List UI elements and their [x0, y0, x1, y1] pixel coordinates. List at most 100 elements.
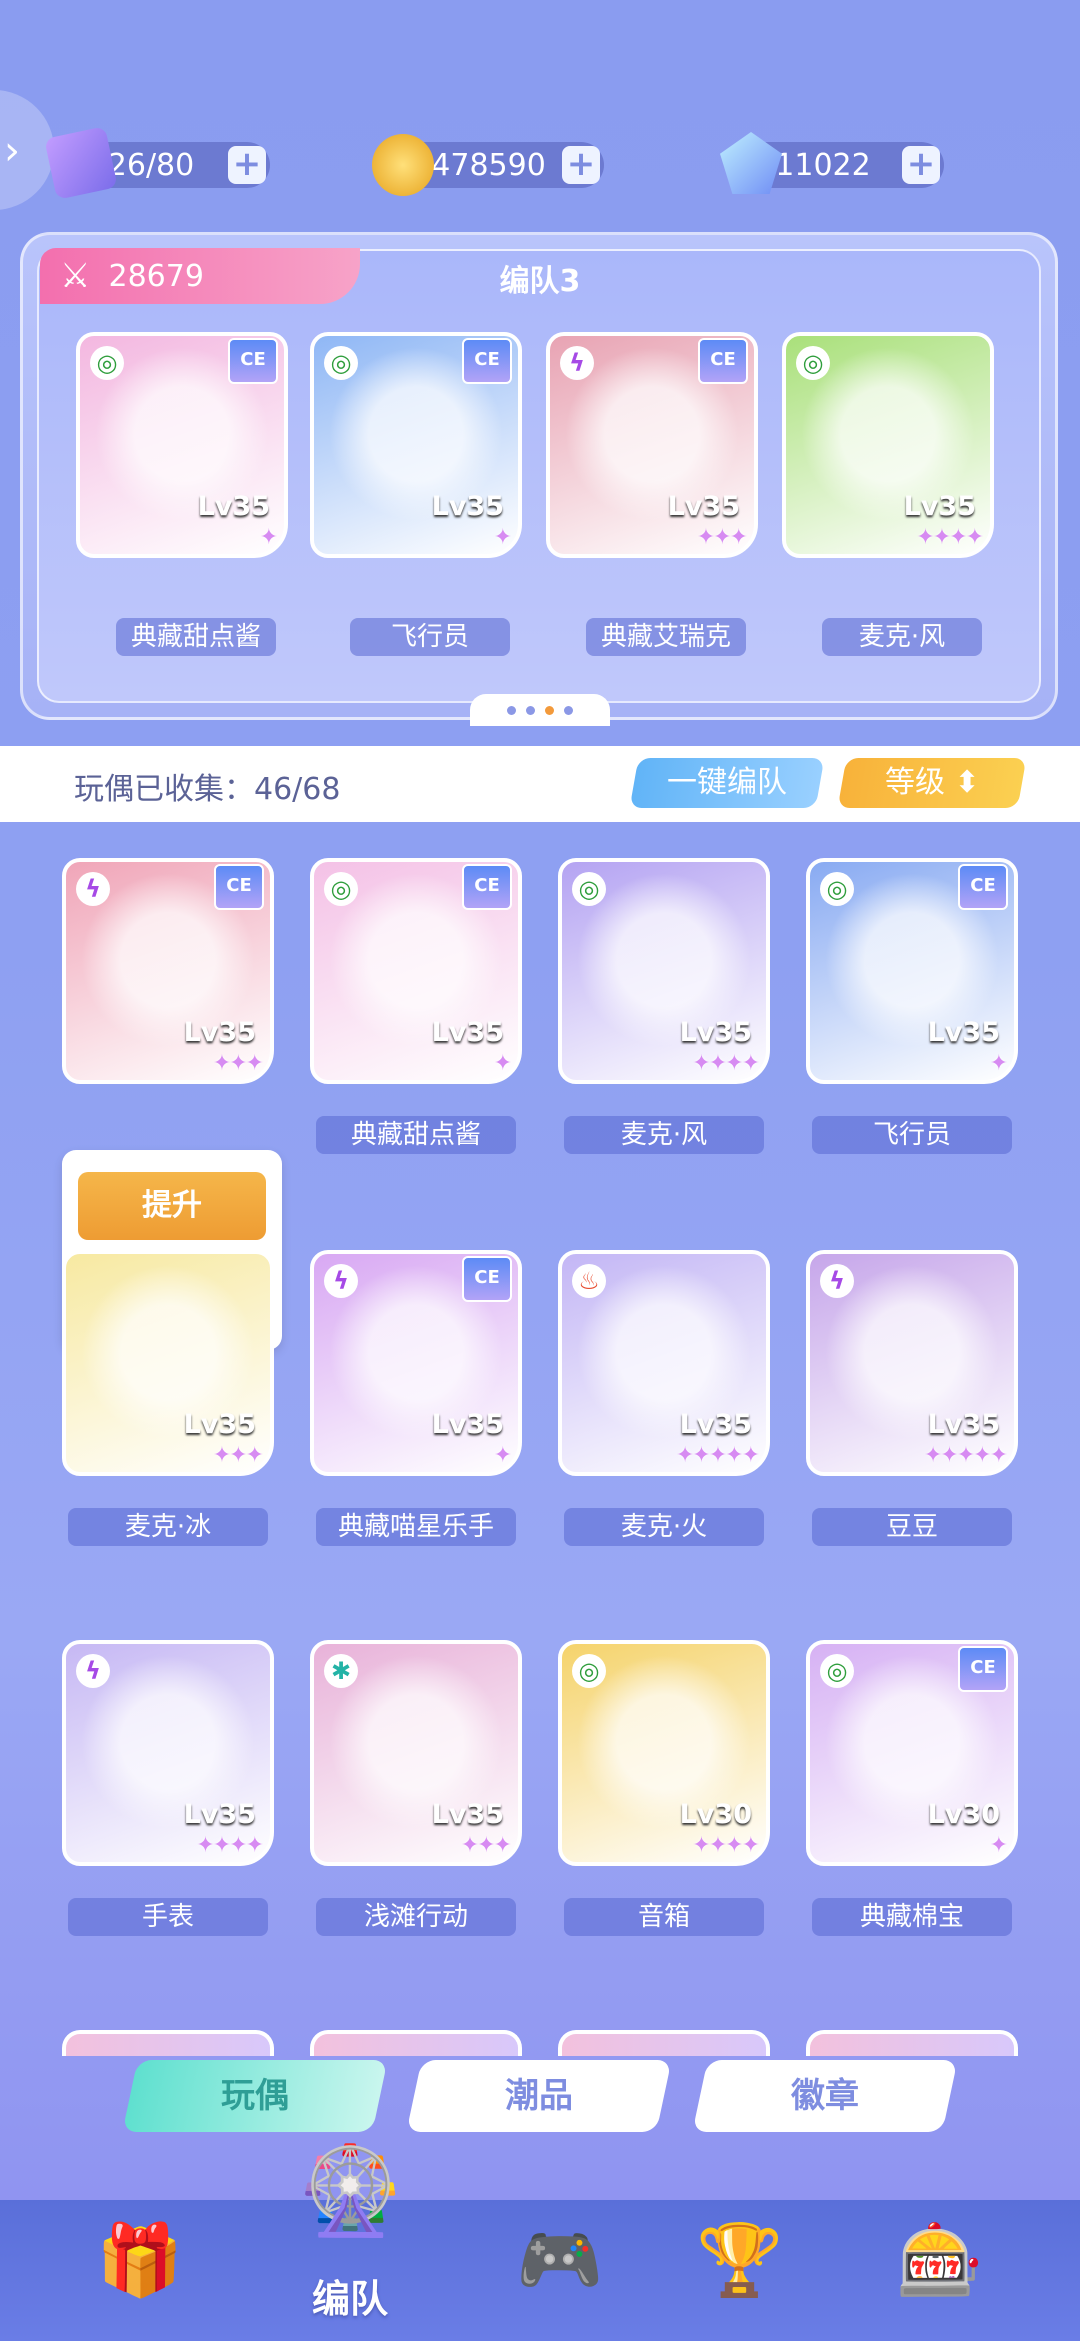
doll-name: 音箱	[564, 1898, 764, 1936]
doll-card[interactable]: ◎ CE Lv35 ✦	[310, 332, 522, 558]
sort-label: 等级	[884, 765, 945, 800]
doll-card-partial[interactable]	[558, 2030, 770, 2056]
team-power-value: 28679	[108, 258, 204, 294]
doll-level: Lv35	[927, 1017, 1000, 1048]
wind-element-icon: ◎	[572, 872, 606, 906]
add-crystal-button[interactable]: +	[902, 146, 940, 184]
collector-badge: CE	[228, 338, 278, 384]
doll-name: 典藏喵星乐手	[316, 1508, 516, 1546]
star-rating: ✦	[493, 525, 512, 550]
upgrade-button[interactable]: 提升	[78, 1172, 266, 1240]
doll-card-partial[interactable]	[310, 2030, 522, 2056]
collector-badge: CE	[462, 338, 512, 384]
doll-level: Lv30	[927, 1799, 1000, 1830]
doll-name: 麦克·火	[564, 1508, 764, 1546]
team-member-name: 麦克·风	[822, 618, 982, 656]
fire-element-icon: ♨	[572, 1264, 606, 1298]
doll-card[interactable]: ϟ CE Lv35 ✦✦✦	[62, 858, 274, 1084]
doll-card-partial[interactable]	[62, 2030, 274, 2056]
collector-badge: CE	[214, 864, 264, 910]
doll-card[interactable]: ϟ Lv35 ✦✦✦✦	[62, 1640, 274, 1866]
add-stamina-button[interactable]: +	[228, 146, 266, 184]
doll-level: Lv35	[183, 1799, 256, 1830]
doll-card[interactable]: ◎ Lv35 ✦✦✦✦	[782, 332, 994, 558]
doll-card[interactable]: ϟ Lv35 ✦✦✦✦✦	[806, 1250, 1018, 1476]
doll-card[interactable]: ◎ CE Lv35 ✦	[310, 858, 522, 1084]
doll-card-partial[interactable]	[806, 2030, 1018, 2056]
star-rating: ✦✦✦	[212, 1051, 264, 1076]
doll-level: Lv35	[679, 1409, 752, 1440]
wind-element-icon: ◎	[820, 1654, 854, 1688]
star-rating: ✦	[989, 1051, 1008, 1076]
doll-level: Lv35	[679, 1017, 752, 1048]
doll-level: Lv35	[183, 1409, 256, 1440]
doll-name: 典藏棉宝	[812, 1898, 1012, 1936]
collector-badge: CE	[462, 1256, 512, 1302]
doll-card[interactable]: ◎ CE Lv35 ✦	[76, 332, 288, 558]
star-rating: ✦✦✦✦	[692, 1051, 760, 1076]
doll-card[interactable]: ϟ CE Lv35 ✦✦✦	[546, 332, 758, 558]
doll-card[interactable]: ϟ CE Lv35 ✦	[310, 1250, 522, 1476]
doll-level: Lv35	[431, 491, 504, 522]
thunder-element-icon: ϟ	[76, 1654, 110, 1688]
wind-element-icon: ◎	[90, 346, 124, 380]
thunder-element-icon: ϟ	[76, 872, 110, 906]
coin-icon	[372, 134, 434, 196]
doll-level: Lv35	[431, 1409, 504, 1440]
star-rating: ✦✦✦✦	[916, 525, 984, 550]
doll-card[interactable]: ♨ Lv35 ✦✦✦✦✦	[558, 1250, 770, 1476]
team-power-badge: ⚔ 28679	[40, 248, 360, 304]
team-member-name: 飞行员	[350, 618, 510, 656]
star-rating: ✦✦✦✦✦	[675, 1443, 760, 1468]
thunder-element-icon: ϟ	[560, 346, 594, 380]
doll-level: Lv35	[431, 1799, 504, 1830]
page-dot-active	[545, 705, 554, 715]
star-rating: ✦✦✦✦	[196, 1833, 264, 1858]
tab-badges-label: 徽章	[791, 2076, 859, 2116]
doll-card[interactable]: ◎ Lv35 ✦✦✦✦	[558, 858, 770, 1084]
collector-badge: CE	[958, 1646, 1008, 1692]
doll-card[interactable]: ◎ Lv30 ✦✦✦✦	[558, 1640, 770, 1866]
star-rating: ✦✦✦	[212, 1443, 264, 1468]
sort-level-button[interactable]: 等级 ⬍	[837, 758, 1027, 808]
star-rating: ✦✦✦	[696, 525, 748, 550]
doll-name: 典藏甜点酱	[316, 1116, 516, 1154]
nav-game-icon[interactable]: 🎮	[500, 2200, 620, 2320]
doll-card[interactable]: Lv35 ✦✦✦	[62, 1250, 274, 1476]
thunder-element-icon: ϟ	[324, 1264, 358, 1298]
doll-name: 豆豆	[812, 1508, 1012, 1546]
nav-team-label: 编队	[311, 2277, 388, 2321]
doll-card[interactable]: ◎ CE Lv35 ✦	[806, 858, 1018, 1084]
doll-card[interactable]: ✱ Lv35 ✦✦✦	[310, 1640, 522, 1866]
collection-count: 玩偶已收集：46/68	[74, 772, 341, 807]
team-member-name: 典藏甜点酱	[116, 618, 276, 656]
doll-name: 麦克·风	[564, 1116, 764, 1154]
doll-card[interactable]: ◎ CE Lv30 ✦	[806, 1640, 1018, 1866]
tab-badges[interactable]: 徽章	[692, 2060, 958, 2132]
star-rating: ✦	[989, 1833, 1008, 1858]
tab-trendy[interactable]: 潮品	[406, 2060, 672, 2132]
nav-gacha-icon[interactable]: 🎰	[880, 2200, 1000, 2320]
ice-element-icon: ✱	[324, 1654, 358, 1688]
collector-badge: CE	[462, 864, 512, 910]
star-rating: ✦	[259, 525, 278, 550]
chevron-right-icon: ›	[4, 128, 20, 174]
collector-badge: CE	[958, 864, 1008, 910]
doll-name: 麦克·冰	[68, 1508, 268, 1546]
add-coin-button[interactable]: +	[562, 146, 600, 184]
nav-shop-icon[interactable]: 🎁	[80, 2200, 200, 2320]
wind-element-icon: ◎	[324, 346, 358, 380]
star-rating: ✦	[493, 1443, 512, 1468]
team-member-name: 典藏艾瑞克	[586, 618, 746, 656]
auto-team-label: 一键编队	[667, 765, 787, 800]
team-page-indicator[interactable]	[470, 694, 610, 726]
doll-level: Lv30	[679, 1799, 752, 1830]
tab-dolls[interactable]: 玩偶	[122, 2060, 388, 2132]
star-rating: ✦✦✦✦	[692, 1833, 760, 1858]
swords-icon: ⚔	[60, 256, 91, 296]
thunder-element-icon: ϟ	[820, 1264, 854, 1298]
nav-trophy-icon[interactable]: 🏆	[680, 2200, 800, 2320]
auto-team-button[interactable]: 一键编队	[629, 758, 825, 808]
doll-level: Lv35	[197, 491, 270, 522]
wind-element-icon: ◎	[796, 346, 830, 380]
